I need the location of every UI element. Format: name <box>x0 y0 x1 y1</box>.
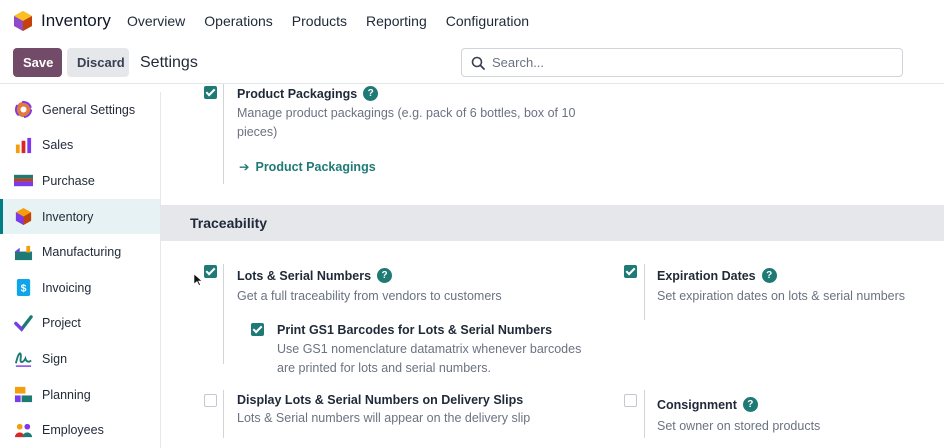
nav-configuration[interactable]: Configuration <box>446 13 529 29</box>
delivery-slips-desc: Lots & Serial numbers will appear on the… <box>237 411 531 425</box>
sidebar-item-sales[interactable]: Sales <box>0 128 160 164</box>
control-panel: Save Discard Settings <box>0 42 944 84</box>
sidebar-item-planning[interactable]: Planning <box>0 377 160 413</box>
purchase-icon <box>14 175 33 187</box>
nav-operations[interactable]: Operations <box>204 13 272 29</box>
sidebar-item-label: Manufacturing <box>42 245 122 260</box>
planning-icon <box>14 386 33 403</box>
sidebar-item-inventory[interactable]: Inventory <box>0 198 160 235</box>
product-packagings-link[interactable]: ➔ Product Packagings <box>239 159 376 175</box>
top-navbar: Inventory Overview Operations Products R… <box>0 0 944 42</box>
expiration-dates-title-text: Expiration Dates <box>657 268 756 283</box>
expiration-divider <box>644 264 645 320</box>
sidebar-item-sign[interactable]: Sign <box>0 341 160 377</box>
packaging-checkbox[interactable] <box>204 86 217 99</box>
nav-reporting[interactable]: Reporting <box>366 13 427 29</box>
consignment-divider <box>644 390 645 438</box>
section-title: Traceability <box>190 215 268 231</box>
settings-main: Product Packagings ? Manage product pack… <box>161 84 944 448</box>
consignment-checkbox[interactable] <box>624 394 637 407</box>
sign-icon <box>14 352 32 368</box>
packaging-desc: Manage product packagings (e.g. pack of … <box>237 106 576 139</box>
sidebar-item-manufacturing[interactable]: Manufacturing <box>0 234 160 270</box>
delivery-slips-title: Display Lots & Serial Numbers on Deliver… <box>237 393 524 407</box>
help-icon[interactable]: ? <box>377 268 393 283</box>
traceability-section-header: Traceability <box>161 205 944 241</box>
packaging-title: Product Packagings ? <box>237 86 379 101</box>
expiration-dates-title: Expiration Dates ? <box>657 268 777 283</box>
lots-serial-title-text: Lots & Serial Numbers <box>237 268 372 283</box>
help-icon[interactable]: ? <box>761 268 777 283</box>
sidebar-item-label: General Settings <box>42 102 136 117</box>
page-title: Settings <box>140 53 198 71</box>
project-icon <box>14 315 33 332</box>
search-icon <box>471 56 485 70</box>
expiration-dates-checkbox[interactable] <box>624 265 637 278</box>
expiration-dates-desc: Set expiration dates on lots & serial nu… <box>657 289 906 303</box>
sidebar-item-label: Planning <box>42 387 91 402</box>
gs1-barcodes-checkbox[interactable] <box>251 323 264 336</box>
product-packagings-link-label: Product Packagings <box>255 159 376 174</box>
consignment-title-text: Consignment <box>657 397 737 412</box>
sidebar-item-label: Purchase <box>42 173 95 188</box>
manufacturing-icon <box>14 245 33 260</box>
packaging-divider <box>223 84 224 184</box>
help-icon[interactable]: ? <box>742 397 758 412</box>
sales-icon <box>15 137 32 153</box>
sidebar-item-label: Invoicing <box>42 280 92 295</box>
sidebar-item-employees[interactable]: Employees <box>0 412 160 448</box>
lots-serial-desc: Get a full traceability from vendors to … <box>237 289 502 303</box>
search-box[interactable] <box>461 48 903 77</box>
arrow-right-icon: ➔ <box>239 160 250 174</box>
settings-sidebar: General Settings Sales Purchase Inventor… <box>0 92 161 448</box>
nav-products[interactable]: Products <box>292 13 347 29</box>
sidebar-item-purchase[interactable]: Purchase <box>0 163 160 199</box>
inventory-app-icon[interactable] <box>12 10 34 32</box>
consignment-title: Consignment ? <box>657 397 758 412</box>
mouse-cursor-icon <box>194 274 202 286</box>
sidebar-item-label: Sales <box>42 138 74 153</box>
sidebar-item-label: Project <box>42 316 81 331</box>
sidebar-item-invoicing[interactable]: $ Invoicing <box>0 270 160 306</box>
nav-overview[interactable]: Overview <box>127 13 185 29</box>
delivery-slips-checkbox[interactable] <box>204 394 217 407</box>
delivery-divider <box>223 390 224 438</box>
sidebar-item-label: Inventory <box>42 209 94 224</box>
employees-icon <box>14 423 33 437</box>
invoicing-icon: $ <box>16 279 31 297</box>
lots-serial-checkbox[interactable] <box>204 265 217 278</box>
lots-serial-title: Lots & Serial Numbers ? <box>237 268 393 283</box>
sidebar-item-general-settings[interactable]: General Settings <box>0 92 160 128</box>
general-settings-icon <box>14 101 33 119</box>
help-icon[interactable]: ? <box>363 86 379 101</box>
svg-text:$: $ <box>21 284 27 295</box>
discard-button[interactable]: Discard <box>67 48 129 77</box>
consignment-desc: Set owner on stored products <box>657 419 821 433</box>
gs1-barcodes-desc: Use GS1 nomenclature datamatrix whenever… <box>277 342 582 375</box>
app-name[interactable]: Inventory <box>41 11 111 31</box>
save-button[interactable]: Save <box>13 48 62 77</box>
sidebar-item-label: Employees <box>42 423 104 438</box>
sidebar-item-label: Sign <box>42 351 68 366</box>
gs1-barcodes-title: Print GS1 Barcodes for Lots & Serial Num… <box>277 323 553 337</box>
inventory-icon <box>15 208 32 226</box>
packaging-title-text: Product Packagings <box>237 86 358 101</box>
sidebar-item-project[interactable]: Project <box>0 306 160 342</box>
lots-divider <box>223 264 224 364</box>
search-input[interactable] <box>492 55 872 70</box>
